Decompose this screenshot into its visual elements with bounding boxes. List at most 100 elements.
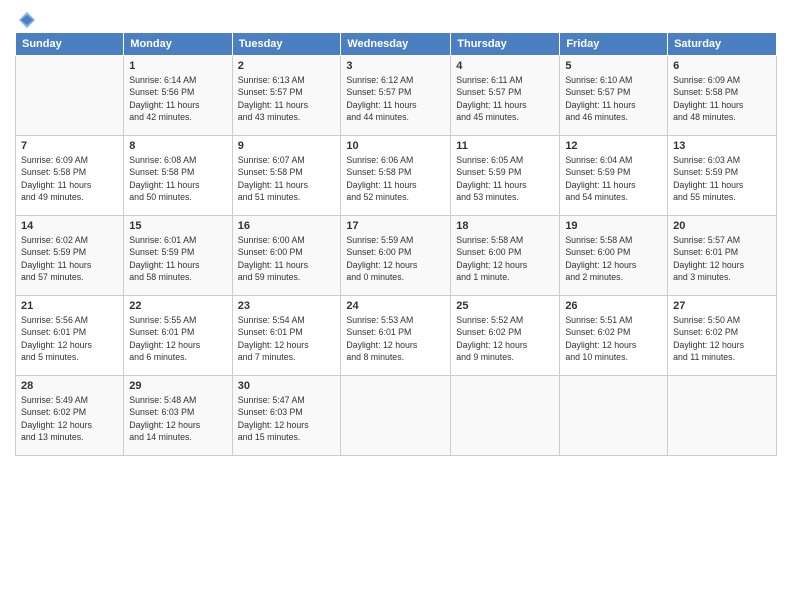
calendar-cell bbox=[668, 376, 777, 456]
logo-area bbox=[15, 10, 37, 26]
week-row-4: 21Sunrise: 5:56 AMSunset: 6:01 PMDayligh… bbox=[16, 296, 777, 376]
day-number: 14 bbox=[21, 220, 118, 232]
day-number: 18 bbox=[456, 220, 554, 232]
day-number: 24 bbox=[346, 300, 445, 312]
day-number: 23 bbox=[238, 300, 336, 312]
weekday-header-thursday: Thursday bbox=[451, 33, 560, 56]
day-number: 3 bbox=[346, 60, 445, 72]
day-info: Sunrise: 6:07 AMSunset: 5:58 PMDaylight:… bbox=[238, 154, 336, 203]
day-number: 29 bbox=[129, 380, 226, 392]
calendar-cell: 7Sunrise: 6:09 AMSunset: 5:58 PMDaylight… bbox=[16, 136, 124, 216]
calendar-cell bbox=[16, 56, 124, 136]
weekday-header-friday: Friday bbox=[560, 33, 668, 56]
day-info: Sunrise: 6:09 AMSunset: 5:58 PMDaylight:… bbox=[21, 154, 118, 203]
week-row-1: 1 Sunrise: 6:14 AMSunset: 5:56 PMDaylight… bbox=[16, 56, 777, 136]
calendar-cell: 26Sunrise: 5:51 AMSunset: 6:02 PMDayligh… bbox=[560, 296, 668, 376]
week-row-3: 14 Sunrise: 6:02 AMSunset: 5:59 PMDayligh… bbox=[16, 216, 777, 296]
calendar-cell: 30Sunrise: 5:47 AMSunset: 6:03 PMDayligh… bbox=[232, 376, 341, 456]
calendar-cell: 18 Sunrise: 5:58 AMSunset: 6:00 PMDayligh… bbox=[451, 216, 560, 296]
day-number: 27 bbox=[673, 300, 771, 312]
calendar-cell: 15Sunrise: 6:01 AMSunset: 5:59 PMDayligh… bbox=[124, 216, 232, 296]
day-number: 2 bbox=[238, 60, 336, 72]
day-info: Sunrise: 5:51 AMSunset: 6:02 PMDaylight:… bbox=[565, 314, 662, 363]
day-number: 5 bbox=[565, 60, 662, 72]
day-number: 19 bbox=[565, 220, 662, 232]
day-info: Sunrise: 5:47 AMSunset: 6:03 PMDaylight:… bbox=[238, 394, 336, 443]
day-info: Sunrise: 5:50 AMSunset: 6:02 PMDaylight:… bbox=[673, 314, 771, 363]
day-info: Sunrise: 6:02 AMSunset: 5:59 PMDaylight:… bbox=[21, 234, 118, 283]
weekday-header-sunday: Sunday bbox=[16, 33, 124, 56]
day-info: Sunrise: 6:06 AMSunset: 5:58 PMDaylight:… bbox=[346, 154, 445, 203]
logo-icon bbox=[17, 10, 37, 30]
day-info: Sunrise: 6:13 AMSunset: 5:57 PMDaylight:… bbox=[238, 74, 336, 123]
calendar-cell: 4Sunrise: 6:11 AMSunset: 5:57 PMDaylight… bbox=[451, 56, 560, 136]
calendar-cell: 12 Sunrise: 6:04 AMSunset: 5:59 PMDayligh… bbox=[560, 136, 668, 216]
day-info: Sunrise: 6:00 AMSunset: 6:00 PMDaylight:… bbox=[238, 234, 336, 283]
day-info: Sunrise: 5:52 AMSunset: 6:02 PMDaylight:… bbox=[456, 314, 554, 363]
logo bbox=[15, 10, 37, 30]
calendar-cell: 9 Sunrise: 6:07 AMSunset: 5:58 PMDaylight… bbox=[232, 136, 341, 216]
day-info: Sunrise: 6:05 AMSunset: 5:59 PMDaylight:… bbox=[456, 154, 554, 203]
calendar-cell: 19 Sunrise: 5:58 AMSunset: 6:00 PMDayligh… bbox=[560, 216, 668, 296]
calendar-cell bbox=[560, 376, 668, 456]
weekday-header-tuesday: Tuesday bbox=[232, 33, 341, 56]
calendar-cell: 8 Sunrise: 6:08 AMSunset: 5:58 PMDaylight… bbox=[124, 136, 232, 216]
day-number: 9 bbox=[238, 140, 336, 152]
calendar-cell bbox=[451, 376, 560, 456]
day-info: Sunrise: 5:57 AMSunset: 6:01 PMDaylight:… bbox=[673, 234, 771, 283]
calendar-cell: 16 Sunrise: 6:00 AMSunset: 6:00 PMDayligh… bbox=[232, 216, 341, 296]
calendar-cell: 10 Sunrise: 6:06 AMSunset: 5:58 PMDayligh… bbox=[341, 136, 451, 216]
calendar-cell: 14 Sunrise: 6:02 AMSunset: 5:59 PMDayligh… bbox=[16, 216, 124, 296]
day-info: Sunrise: 6:08 AMSunset: 5:58 PMDaylight:… bbox=[129, 154, 226, 203]
calendar-cell: 11Sunrise: 6:05 AMSunset: 5:59 PMDayligh… bbox=[451, 136, 560, 216]
calendar-cell: 13Sunrise: 6:03 AMSunset: 5:59 PMDayligh… bbox=[668, 136, 777, 216]
day-info: Sunrise: 6:12 AMSunset: 5:57 PMDaylight:… bbox=[346, 74, 445, 123]
week-row-2: 7Sunrise: 6:09 AMSunset: 5:58 PMDaylight… bbox=[16, 136, 777, 216]
day-number: 1 bbox=[129, 60, 226, 72]
day-info: Sunrise: 6:10 AMSunset: 5:57 PMDaylight:… bbox=[565, 74, 662, 123]
day-info: Sunrise: 6:14 AMSunset: 5:56 PMDaylight:… bbox=[129, 74, 226, 123]
day-number: 8 bbox=[129, 140, 226, 152]
day-number: 17 bbox=[346, 220, 445, 232]
day-number: 10 bbox=[346, 140, 445, 152]
calendar-cell: 20 Sunrise: 5:57 AMSunset: 6:01 PMDayligh… bbox=[668, 216, 777, 296]
header bbox=[15, 10, 777, 26]
weekday-header-wednesday: Wednesday bbox=[341, 33, 451, 56]
day-number: 16 bbox=[238, 220, 336, 232]
calendar-cell: 17 Sunrise: 5:59 AMSunset: 6:00 PMDayligh… bbox=[341, 216, 451, 296]
calendar-cell: 24 Sunrise: 5:53 AMSunset: 6:01 PMDayligh… bbox=[341, 296, 451, 376]
day-info: Sunrise: 5:48 AMSunset: 6:03 PMDaylight:… bbox=[129, 394, 226, 443]
day-number: 4 bbox=[456, 60, 554, 72]
calendar-cell: 21Sunrise: 5:56 AMSunset: 6:01 PMDayligh… bbox=[16, 296, 124, 376]
day-info: Sunrise: 5:58 AMSunset: 6:00 PMDaylight:… bbox=[565, 234, 662, 283]
day-number: 28 bbox=[21, 380, 118, 392]
day-info: Sunrise: 5:58 AMSunset: 6:00 PMDaylight:… bbox=[456, 234, 554, 283]
weekday-header-monday: Monday bbox=[124, 33, 232, 56]
day-number: 22 bbox=[129, 300, 226, 312]
day-number: 20 bbox=[673, 220, 771, 232]
calendar-cell: 3 Sunrise: 6:12 AMSunset: 5:57 PMDaylight… bbox=[341, 56, 451, 136]
page: SundayMondayTuesdayWednesdayThursdayFrid… bbox=[0, 0, 792, 612]
calendar-cell: 5 Sunrise: 6:10 AMSunset: 5:57 PMDaylight… bbox=[560, 56, 668, 136]
day-info: Sunrise: 5:59 AMSunset: 6:00 PMDaylight:… bbox=[346, 234, 445, 283]
calendar-cell: 1 Sunrise: 6:14 AMSunset: 5:56 PMDaylight… bbox=[124, 56, 232, 136]
day-info: Sunrise: 6:09 AMSunset: 5:58 PMDaylight:… bbox=[673, 74, 771, 123]
day-number: 21 bbox=[21, 300, 118, 312]
day-info: Sunrise: 5:55 AMSunset: 6:01 PMDaylight:… bbox=[129, 314, 226, 363]
day-info: Sunrise: 5:54 AMSunset: 6:01 PMDaylight:… bbox=[238, 314, 336, 363]
day-info: Sunrise: 5:49 AMSunset: 6:02 PMDaylight:… bbox=[21, 394, 118, 443]
weekday-header-row: SundayMondayTuesdayWednesdayThursdayFrid… bbox=[16, 33, 777, 56]
calendar-cell: 2 Sunrise: 6:13 AMSunset: 5:57 PMDaylight… bbox=[232, 56, 341, 136]
day-number: 15 bbox=[129, 220, 226, 232]
calendar-cell: 6Sunrise: 6:09 AMSunset: 5:58 PMDaylight… bbox=[668, 56, 777, 136]
calendar-cell: 29 Sunrise: 5:48 AMSunset: 6:03 PMDayligh… bbox=[124, 376, 232, 456]
calendar-cell: 23 Sunrise: 5:54 AMSunset: 6:01 PMDayligh… bbox=[232, 296, 341, 376]
calendar-cell: 27 Sunrise: 5:50 AMSunset: 6:02 PMDayligh… bbox=[668, 296, 777, 376]
weekday-header-saturday: Saturday bbox=[668, 33, 777, 56]
day-info: Sunrise: 6:03 AMSunset: 5:59 PMDaylight:… bbox=[673, 154, 771, 203]
day-info: Sunrise: 5:53 AMSunset: 6:01 PMDaylight:… bbox=[346, 314, 445, 363]
day-info: Sunrise: 6:04 AMSunset: 5:59 PMDaylight:… bbox=[565, 154, 662, 203]
day-number: 12 bbox=[565, 140, 662, 152]
calendar-cell: 22 Sunrise: 5:55 AMSunset: 6:01 PMDayligh… bbox=[124, 296, 232, 376]
calendar-cell bbox=[341, 376, 451, 456]
